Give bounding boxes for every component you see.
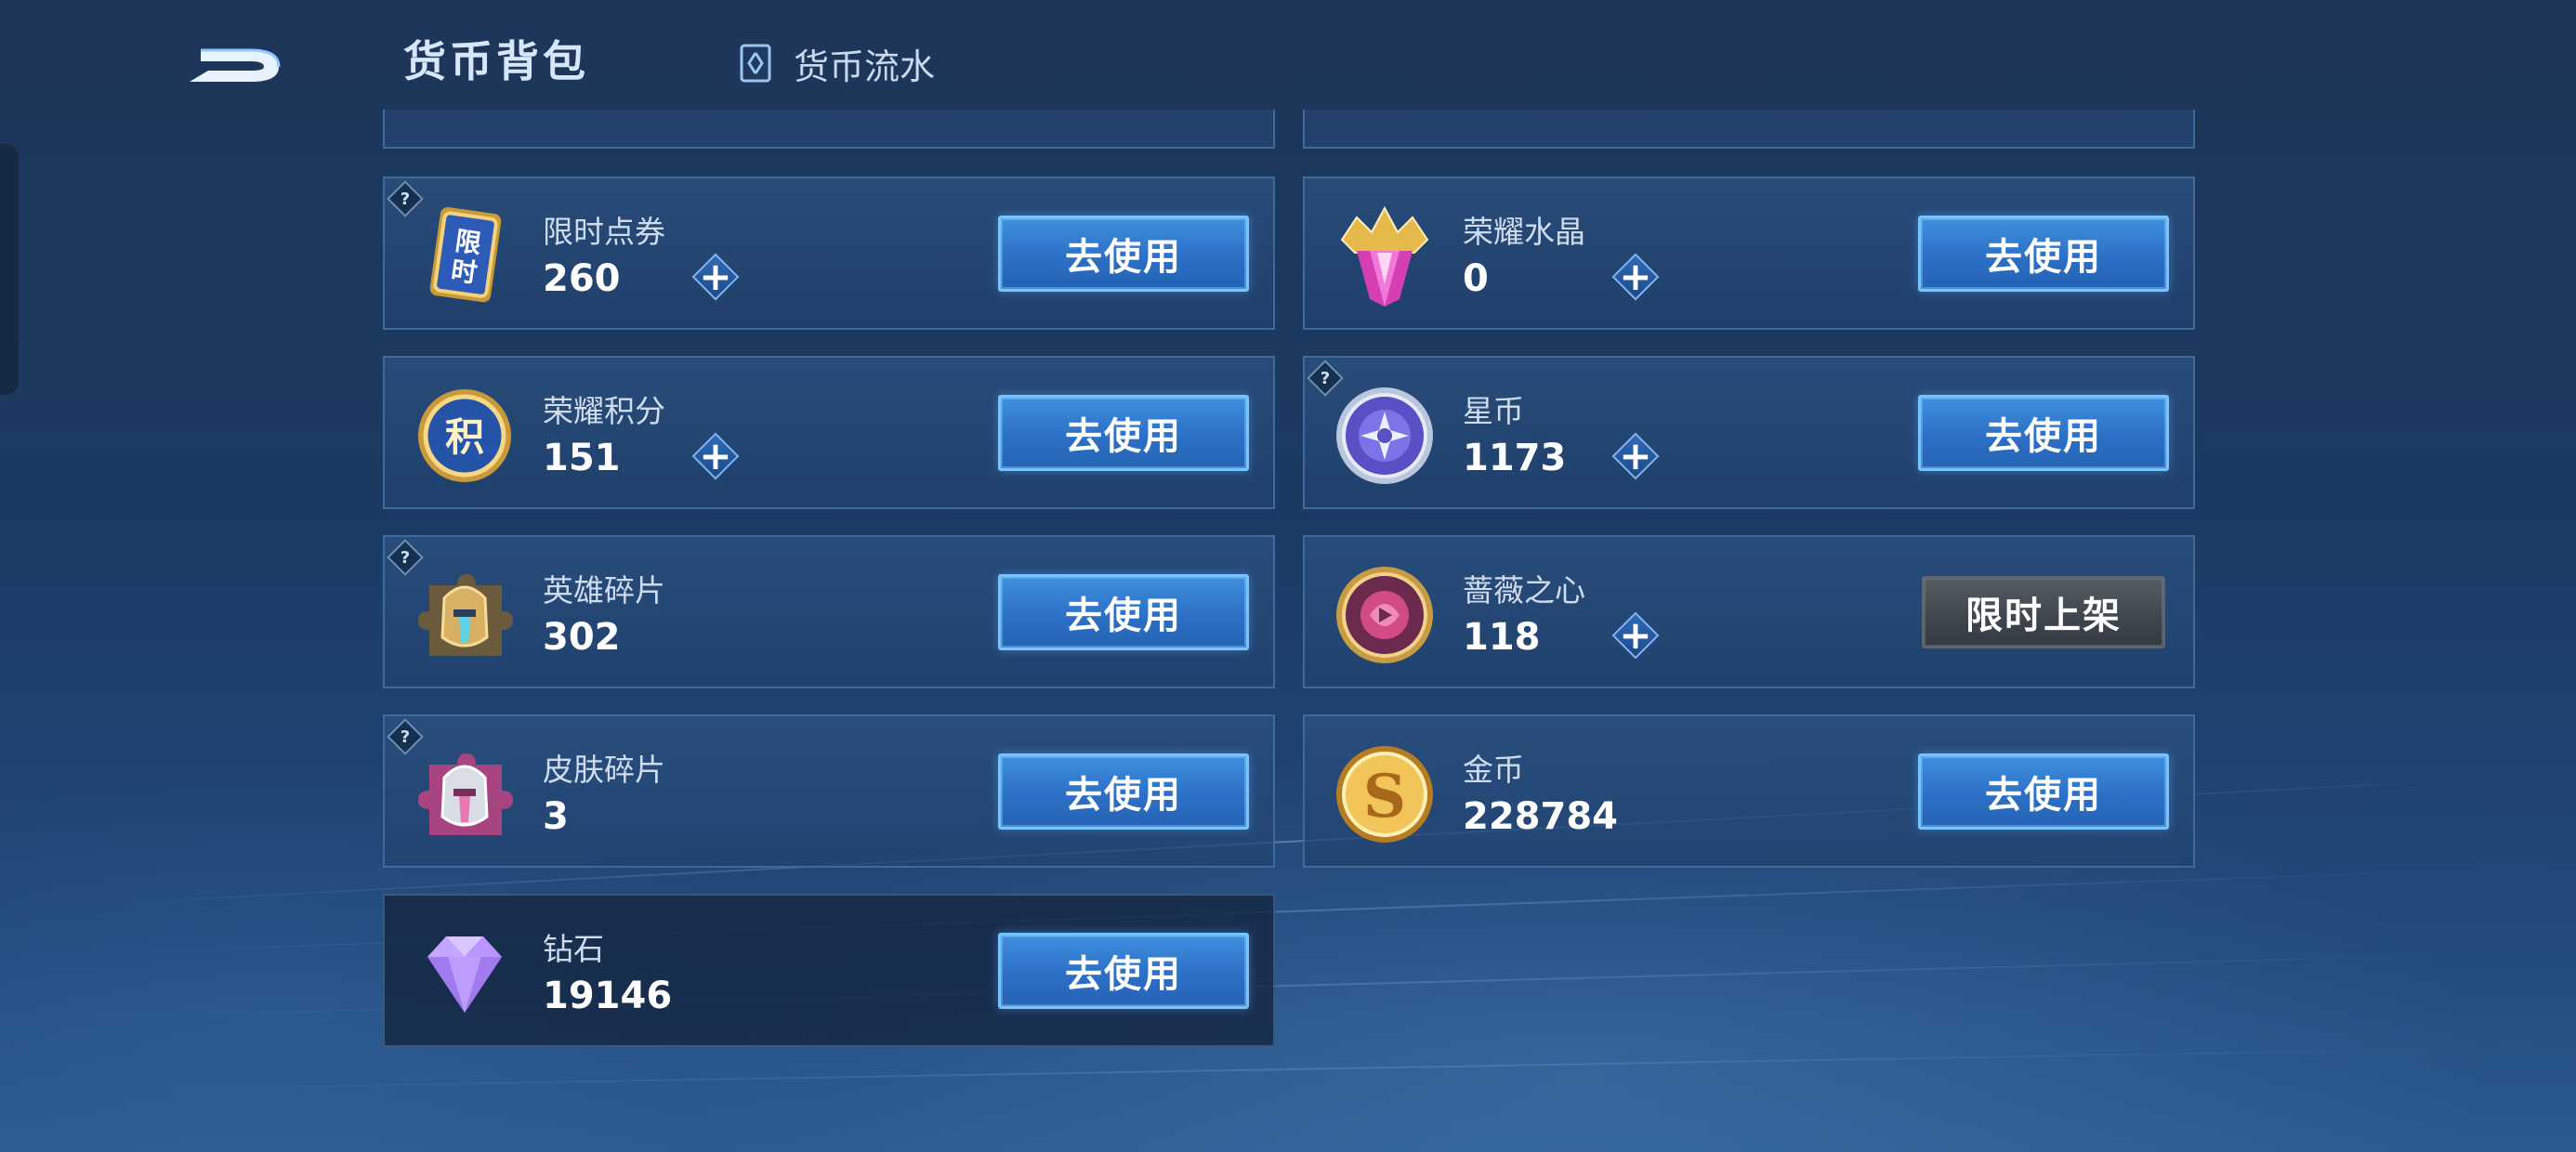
use-button[interactable]: 去使用 xyxy=(998,216,1249,292)
currency-card-limited-coupon: ? 限 时 限时点券 260 + 去使用 xyxy=(383,177,1275,330)
back-button[interactable] xyxy=(182,28,294,93)
currency-amount: 260 xyxy=(543,257,621,300)
currency-amount: 0 xyxy=(1463,257,1489,300)
page-title: 货币背包 xyxy=(403,36,589,86)
currency-amount: 19146 xyxy=(543,975,673,1017)
use-button[interactable]: 去使用 xyxy=(998,933,1249,1009)
currency-card-hero-fragment: ? 英雄碎片 302 去使用 xyxy=(383,535,1275,688)
side-drawer-handle[interactable] xyxy=(0,144,19,395)
add-currency-button[interactable]: + xyxy=(1610,430,1662,482)
add-currency-button[interactable]: + xyxy=(690,251,742,303)
gold-coin-icon: S xyxy=(1336,746,1433,843)
add-currency-button[interactable]: + xyxy=(1610,609,1662,661)
currency-flow-icon xyxy=(740,44,771,83)
currency-card-star-coin: ? 星币 1173 + 去使用 xyxy=(1303,356,2195,509)
use-button[interactable]: 去使用 xyxy=(1918,216,2169,292)
currency-name: 英雄碎片 xyxy=(543,572,665,609)
currency-name: 金币 xyxy=(1463,752,1524,788)
hero-fragment-icon xyxy=(418,574,513,656)
use-button[interactable]: 去使用 xyxy=(1918,753,2169,830)
add-currency-button[interactable]: + xyxy=(690,430,742,482)
currency-card-skin-fragment: ? 皮肤碎片 3 去使用 xyxy=(383,714,1275,868)
svg-text:S: S xyxy=(1363,762,1406,831)
limited-listing-button[interactable]: 限时上架 xyxy=(1922,576,2165,648)
currency-card-rose-heart: 蔷薇之心 118 + 限时上架 xyxy=(1303,535,2195,688)
currency-name: 蔷薇之心 xyxy=(1463,572,1585,609)
diamond-icon xyxy=(427,936,502,1013)
svg-text:时: 时 xyxy=(449,255,479,289)
currency-amount: 228784 xyxy=(1463,795,1618,838)
currency-card-glory-points: 积 荣耀积分 151 + 去使用 xyxy=(383,356,1275,509)
star-coin-icon xyxy=(1336,387,1433,484)
glory-points-icon: 积 xyxy=(418,389,511,482)
currency-card-glory-crystal: 荣耀水晶 0 + 去使用 xyxy=(1303,177,2195,330)
currency-name: 星币 xyxy=(1463,393,1524,429)
tab-currency-flow[interactable]: 货币流水 xyxy=(734,37,935,89)
use-button[interactable]: 去使用 xyxy=(998,753,1249,830)
currency-card-partial xyxy=(1303,110,2195,149)
svg-text:限: 限 xyxy=(453,226,483,260)
currency-amount: 302 xyxy=(543,616,621,659)
limited-coupon-icon: 限 时 xyxy=(429,207,502,303)
currency-amount: 151 xyxy=(543,437,621,479)
currency-name: 荣耀积分 xyxy=(543,393,665,429)
currency-name: 限时点券 xyxy=(543,214,665,250)
currency-name: 荣耀水晶 xyxy=(1463,214,1585,250)
currency-name: 钻石 xyxy=(543,931,604,967)
currency-amount: 3 xyxy=(543,795,569,838)
tab-currency-flow-label: 货币流水 xyxy=(794,46,936,87)
rose-heart-icon xyxy=(1336,567,1433,663)
currency-amount: 118 xyxy=(1463,616,1541,659)
skin-fragment-icon xyxy=(418,753,513,835)
currency-card-diamond: 钻石 19146 去使用 xyxy=(383,894,1275,1047)
back-arrow-icon xyxy=(190,48,281,82)
add-currency-button[interactable]: + xyxy=(1610,251,1662,303)
use-button[interactable]: 去使用 xyxy=(998,395,1249,471)
currency-card-partial xyxy=(383,110,1275,149)
currency-name: 皮肤碎片 xyxy=(543,752,665,788)
glory-crystal-icon xyxy=(1340,205,1429,307)
svg-text:积: 积 xyxy=(445,414,484,460)
use-button[interactable]: 去使用 xyxy=(1918,395,2169,471)
use-button[interactable]: 去使用 xyxy=(998,574,1249,650)
currency-card-gold-coin: S 金币 228784 去使用 xyxy=(1303,714,2195,868)
background-wave xyxy=(0,1045,2576,1093)
currency-amount: 1173 xyxy=(1463,437,1567,479)
